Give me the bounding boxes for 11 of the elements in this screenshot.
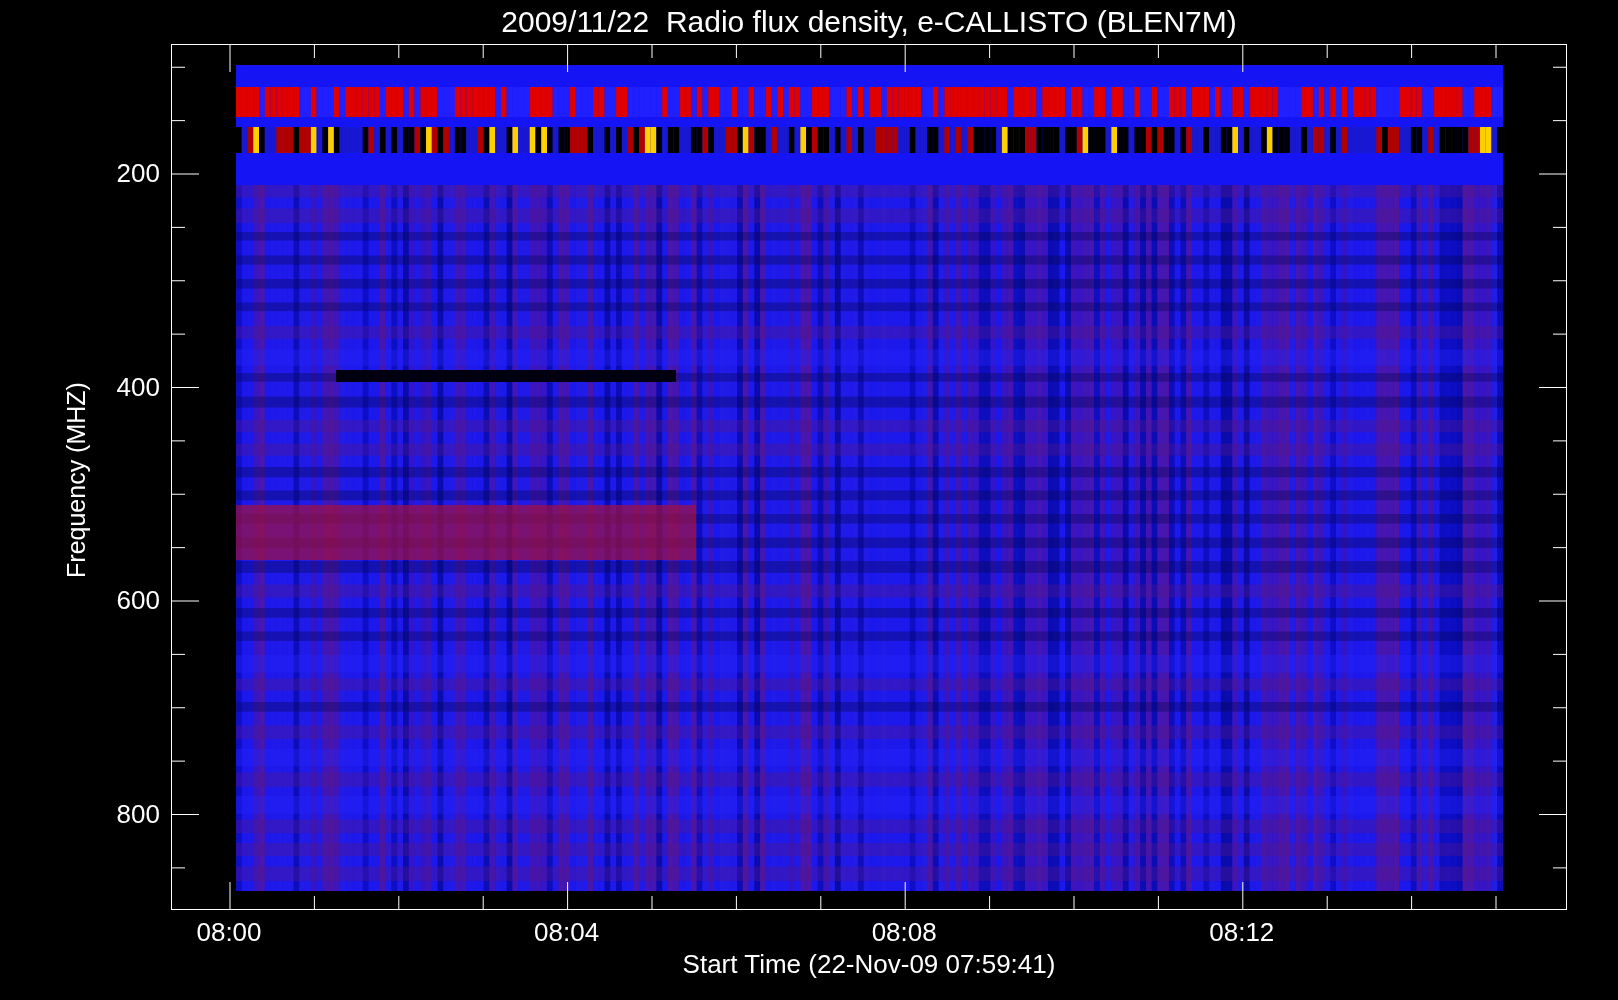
chart-title: 2009/11/22 Radio flux density, e-CALLISTO (BLEN7M) [501, 6, 1237, 37]
axis-tick-label: 08:04 [534, 919, 600, 945]
axis-tick-label: 800 [116, 800, 160, 827]
axis-title: Frequency (MHZ) [61, 382, 91, 578]
axis-tick-label: 08:00 [196, 919, 262, 945]
axis-tick-label: 200 [116, 160, 160, 186]
axis-tick-label: 08:12 [1209, 919, 1275, 945]
axis-tick-label: 400 [116, 373, 160, 400]
axis-title: Start Time (22-Nov-09 07:59:41) [682, 951, 1056, 977]
axis-tick-label: 08:08 [871, 919, 937, 945]
axis-tick-label: 600 [116, 587, 160, 613]
